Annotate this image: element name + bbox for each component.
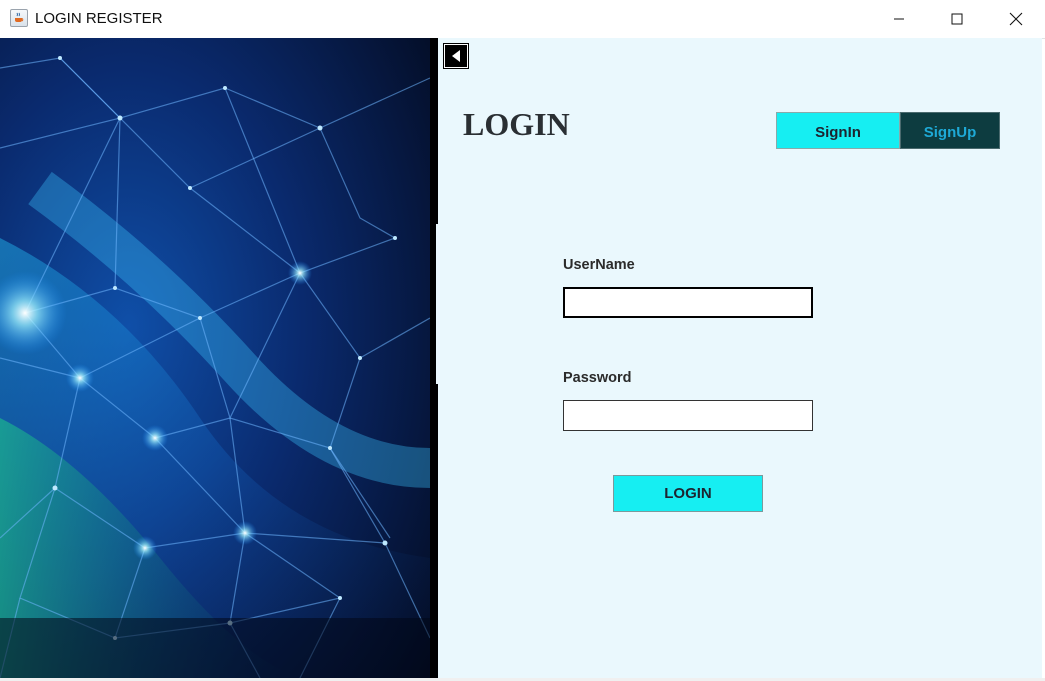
- minimize-button[interactable]: [870, 0, 928, 38]
- tab-signin[interactable]: SignIn: [776, 112, 900, 149]
- back-arrow-icon: [452, 50, 460, 62]
- login-register-window: LOGIN REGISTER LOGIN SignIn SignUp UserN…: [0, 0, 1045, 681]
- login-button[interactable]: LOGIN: [613, 475, 763, 512]
- maximize-icon: [951, 13, 963, 25]
- login-panel: LOGIN SignIn SignUp UserName Password LO…: [438, 38, 1042, 678]
- password-field[interactable]: [563, 400, 813, 431]
- username-field[interactable]: [563, 287, 813, 318]
- content-area: LOGIN SignIn SignUp UserName Password LO…: [0, 38, 1045, 678]
- page-title: LOGIN: [463, 106, 570, 142]
- maximize-button[interactable]: [928, 0, 986, 38]
- java-cup-icon: [10, 9, 28, 27]
- minimize-icon: [894, 18, 904, 20]
- title-bar[interactable]: LOGIN REGISTER: [0, 0, 1045, 39]
- password-label: Password: [563, 370, 632, 386]
- network-background-image: [0, 38, 430, 678]
- username-label: UserName: [563, 257, 635, 273]
- tab-signup[interactable]: SignUp: [900, 112, 1000, 149]
- window-title: LOGIN REGISTER: [35, 10, 163, 27]
- panel-separator: [430, 38, 438, 678]
- close-icon: [1009, 12, 1023, 26]
- back-button[interactable]: [444, 44, 468, 68]
- close-button[interactable]: [987, 0, 1045, 38]
